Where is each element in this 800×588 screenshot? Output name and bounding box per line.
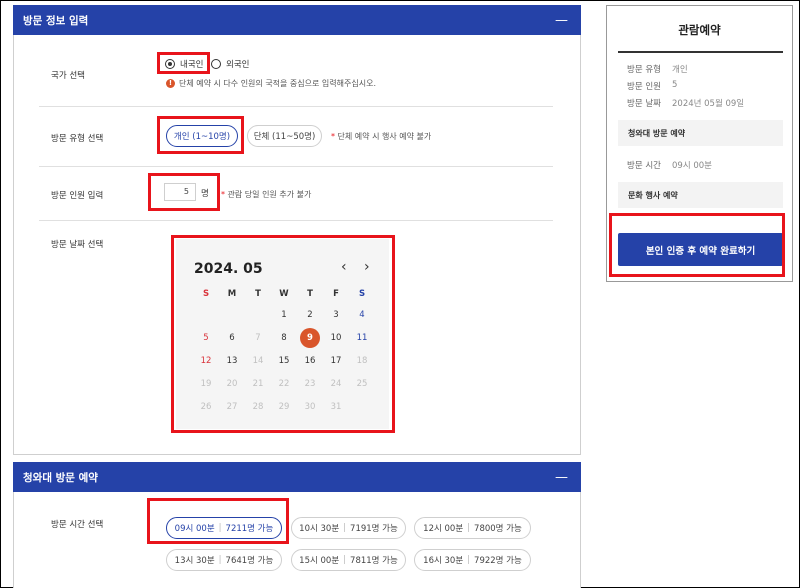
summary-row-count: 방문 인원 5 [627, 80, 677, 92]
slot-time: 16시 30분 [423, 556, 464, 566]
slot-separator: | [467, 555, 471, 565]
time-slot-button[interactable]: 10시 30분 | 7191명 가능 [291, 517, 406, 539]
warning-icon: ! [166, 79, 175, 88]
slot-separator: | [343, 523, 347, 533]
highlight-count [148, 173, 220, 211]
summary-row-type: 방문 유형 개인 [627, 63, 688, 75]
time-slot-button[interactable]: 12시 00분 | 7800명 가능 [414, 517, 531, 539]
summary-row-date: 방문 날짜 2024년 05월 09일 [627, 97, 744, 109]
radio-foreign-label: 외국인 [226, 60, 250, 70]
summary-key: 방문 날짜 [627, 99, 661, 109]
collapse-icon[interactable]: — [555, 13, 568, 28]
type-note: * 단체 예약 시 행사 예약 불가 [331, 131, 431, 142]
summary-band-culture: 문화 행사 예약 [618, 182, 783, 208]
bluehouse-title: 청와대 방문 예약 [23, 471, 98, 484]
count-note: * 관람 당일 인원 추가 불가 [221, 189, 311, 200]
type-group-button[interactable]: 단체 (11~50명) [247, 125, 322, 147]
asterisk: * [331, 132, 335, 141]
divider [39, 166, 553, 167]
summary-title: 관람예약 [678, 23, 721, 37]
date-label: 방문 날짜 선택 [51, 240, 104, 250]
count-label: 방문 인원 입력 [51, 191, 104, 201]
bluehouse-panel [13, 492, 581, 588]
country-note-text: 단체 예약 시 다수 인원의 국적을 중심으로 입력해주십시오. [179, 79, 376, 88]
country-label: 국가 선택 [51, 71, 85, 81]
summary-band-bluehouse: 청와대 방문 예약 [618, 120, 783, 146]
highlight-type [157, 116, 244, 154]
visit-info-title: 방문 정보 입력 [23, 14, 89, 27]
slot-time: 12시 00분 [423, 524, 464, 534]
slot-separator: | [343, 555, 347, 565]
visit-type-label: 방문 유형 선택 [51, 134, 104, 144]
summary-value: 2024년 05월 09일 [672, 99, 745, 109]
collapse-icon[interactable]: — [555, 470, 568, 485]
country-note: ! 단체 예약 시 다수 인원의 국적을 중심으로 입력해주십시오. [166, 78, 376, 89]
time-slot-button[interactable]: 15시 00분 | 7811명 가능 [291, 549, 406, 571]
summary-value: 5 [672, 80, 678, 90]
slot-time: 13시 30분 [174, 556, 215, 566]
time-slot-button[interactable]: 16시 30분 | 7922명 가능 [414, 549, 531, 571]
summary-key: 방문 시간 [627, 161, 661, 171]
slot-availability: 7800명 가능 [474, 524, 522, 534]
slot-separator: | [467, 523, 471, 533]
slot-availability: 7811명 가능 [350, 556, 398, 566]
slot-time: 15시 00분 [299, 556, 340, 566]
slot-availability: 7191명 가능 [350, 524, 398, 534]
type-note-text: 단체 예약 시 행사 예약 불가 [337, 132, 432, 141]
highlight-country [157, 52, 210, 74]
slot-separator: | [218, 555, 222, 565]
slot-availability: 7922명 가능 [474, 556, 522, 566]
summary-value: 개인 [672, 65, 688, 75]
summary-row-time: 방문 시간 09시 00분 [627, 159, 712, 171]
divider [39, 220, 553, 221]
time-label: 방문 시간 선택 [51, 520, 104, 530]
time-slot-button[interactable]: 13시 30분 | 7641명 가능 [166, 549, 282, 571]
radio-foreign[interactable]: 외국인 [211, 58, 249, 70]
highlight-slot [147, 498, 289, 544]
highlight-button [609, 213, 785, 277]
divider [39, 106, 553, 107]
slot-availability: 7641명 가능 [225, 556, 274, 566]
visit-info-header[interactable]: 방문 정보 입력 — [13, 5, 581, 35]
divider [618, 51, 783, 53]
summary-key: 방문 유형 [627, 65, 661, 75]
summary-key: 방문 인원 [627, 82, 661, 92]
slot-time: 10시 30분 [299, 524, 340, 534]
summary-value: 09시 00분 [672, 161, 712, 171]
highlight-calendar [171, 235, 395, 433]
asterisk: * [221, 190, 225, 199]
count-note-text: 관람 당일 인원 추가 불가 [227, 190, 312, 199]
bluehouse-header[interactable]: 청와대 방문 예약 — [13, 462, 581, 492]
radio-unchecked-icon [211, 59, 221, 69]
